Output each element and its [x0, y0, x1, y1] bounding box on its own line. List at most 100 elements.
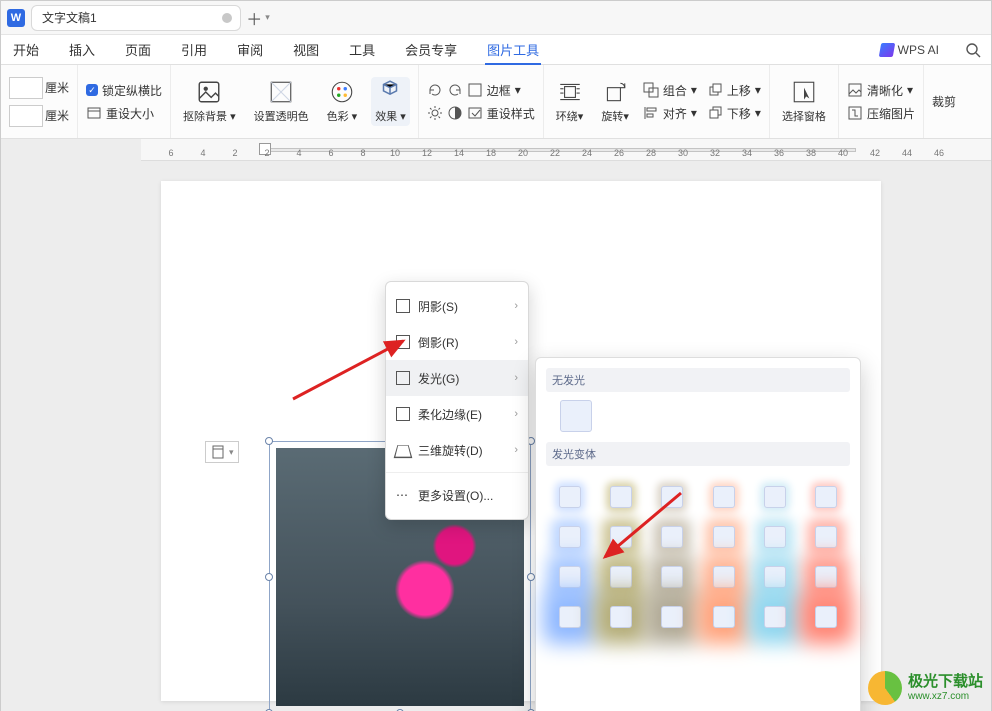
image-anchor-chip[interactable]: ▾	[205, 441, 239, 463]
move-up-button[interactable]: 上移 ▾	[707, 82, 761, 99]
dd-glow[interactable]: 发光(G)›	[386, 360, 528, 396]
rotate-cw-button[interactable]: 边框 ▾	[427, 82, 521, 99]
compress-pic-button[interactable]: 压缩图片	[847, 105, 915, 122]
menu-member[interactable]: 会员专享	[403, 40, 459, 59]
glow-variant-swatch[interactable]	[657, 606, 688, 628]
ruler-tick: 28	[646, 148, 656, 158]
clarify-icon	[847, 82, 863, 98]
glow-variant-swatch[interactable]	[554, 526, 585, 548]
wrap-button[interactable]: 环绕▾	[552, 79, 588, 124]
brightness-row[interactable]: 重设样式	[427, 105, 535, 122]
ruler-tick: 4	[200, 148, 205, 158]
ruler-tick: 38	[806, 148, 816, 158]
menu-page[interactable]: 页面	[123, 40, 153, 59]
search-icon[interactable]	[965, 42, 981, 58]
add-tab-button[interactable]: ＋▾	[247, 7, 269, 29]
rotate3d-icon	[394, 445, 413, 458]
chevron-right-icon: ›	[514, 372, 518, 384]
glow-variant-swatch[interactable]	[657, 526, 688, 548]
glow-submenu: 无发光 发光变体	[535, 357, 861, 711]
dd-shadow[interactable]: 阴影(S)›	[386, 288, 528, 324]
rotate-button[interactable]: 旋转▾	[597, 79, 633, 124]
ribbon-select-pane-group: 选择窗格	[770, 65, 839, 138]
glow-variant-swatch[interactable]	[759, 526, 790, 548]
width-input-row[interactable]: 厘米	[9, 77, 69, 99]
no-glow-swatch[interactable]	[560, 400, 592, 432]
menu-review[interactable]: 审阅	[235, 40, 265, 59]
group-button[interactable]: 组合 ▾	[643, 82, 697, 99]
clarify-button[interactable]: 清晰化 ▾	[847, 82, 913, 99]
menu-start[interactable]: 开始	[11, 40, 41, 59]
glow-variant-swatch[interactable]	[811, 486, 842, 508]
ribbon-arrange-group: 环绕▾ 旋转▾ 组合 ▾ 对齐 ▾ 上移 ▾ 下移 ▾	[544, 65, 770, 138]
glow-variant-swatch[interactable]	[605, 566, 636, 588]
glow-variant-swatch[interactable]	[554, 606, 585, 628]
resize-handle-tl[interactable]	[265, 437, 273, 445]
ruler-tick: 36	[774, 148, 784, 158]
glow-variant-swatch[interactable]	[708, 526, 739, 548]
glow-variant-swatch[interactable]	[554, 566, 585, 588]
dd-reflection[interactable]: 倒影(R)›	[386, 324, 528, 360]
ai-label: WPS AI	[898, 43, 939, 57]
glow-variant-swatch[interactable]	[657, 566, 688, 588]
watermark-line1: 极光下载站	[908, 674, 983, 691]
glow-variant-swatch[interactable]	[759, 606, 790, 628]
group-icon	[643, 82, 659, 98]
glow-variant-swatch[interactable]	[811, 566, 842, 588]
ribbon-output-group: 清晰化 ▾ 压缩图片	[839, 65, 924, 138]
resize-handle-mr[interactable]	[527, 573, 535, 581]
app-icon: W	[7, 9, 25, 27]
glow-variant-swatch[interactable]	[708, 486, 739, 508]
glow-variant-swatch[interactable]	[708, 606, 739, 628]
dd-soft-edges[interactable]: 柔化边缘(E)›	[386, 396, 528, 432]
ribbon-style-group: 边框 ▾ 重设样式	[419, 65, 544, 138]
horizontal-ruler: 6422468101214182022242628303234363840424…	[141, 139, 991, 161]
ruler-tick: 40	[838, 148, 848, 158]
glow-variant-swatch[interactable]	[811, 606, 842, 628]
wps-ai-button[interactable]: WPS AI	[880, 43, 939, 57]
glow-variant-swatch[interactable]	[605, 526, 636, 548]
glow-variant-swatch[interactable]	[605, 486, 636, 508]
dd-more-settings[interactable]: ⋯更多设置(O)...	[386, 477, 528, 513]
crop-button[interactable]: 裁剪	[932, 93, 956, 110]
rotate-ccw-icon[interactable]	[447, 82, 463, 98]
title-bar: W 文字文稿1 ＋▾	[1, 1, 991, 35]
reset-style-icon	[467, 105, 483, 121]
shadow-icon	[396, 299, 410, 313]
watermark-icon	[868, 671, 902, 705]
ribbon-size-group: 厘米 厘米	[1, 65, 78, 138]
glow-variant-swatch[interactable]	[554, 486, 585, 508]
color-button[interactable]: 色彩 ▾	[323, 79, 362, 124]
dd-3d-rotation[interactable]: 三维旋转(D)›	[386, 432, 528, 468]
reset-size-button[interactable]: 重设大小	[86, 105, 154, 122]
glow-variant-swatch[interactable]	[759, 566, 790, 588]
move-up-icon	[707, 82, 723, 98]
ruler-tick: 2	[232, 148, 237, 158]
set-transparent-button[interactable]: 设置透明色	[250, 79, 313, 124]
height-input-row[interactable]: 厘米	[9, 105, 69, 127]
move-down-button[interactable]: 下移 ▾	[707, 105, 761, 122]
wrap-icon	[557, 79, 583, 105]
align-button[interactable]: 对齐 ▾	[643, 105, 697, 122]
glow-variant-swatch[interactable]	[811, 526, 842, 548]
ruler-tick: 24	[582, 148, 592, 158]
resize-handle-ml[interactable]	[265, 573, 273, 581]
glow-variant-swatch[interactable]	[657, 486, 688, 508]
effects-button[interactable]: 效果 ▾	[371, 77, 410, 126]
remove-bg-button[interactable]: 抠除背景 ▾	[179, 79, 240, 124]
menu-reference[interactable]: 引用	[179, 40, 209, 59]
ruler-tick: 30	[678, 148, 688, 158]
menu-insert[interactable]: 插入	[67, 40, 97, 59]
menu-tools[interactable]: 工具	[347, 40, 377, 59]
document-tab[interactable]: 文字文稿1	[31, 5, 241, 31]
glow-variant-swatch[interactable]	[708, 566, 739, 588]
glow-variant-swatch[interactable]	[605, 606, 636, 628]
glow-variant-swatch[interactable]	[759, 486, 790, 508]
menu-view[interactable]: 视图	[291, 40, 321, 59]
close-tab-icon[interactable]	[222, 13, 232, 23]
select-pane-button[interactable]: 选择窗格	[778, 79, 830, 124]
glow-icon	[396, 371, 410, 385]
lock-aspect-checkbox[interactable]: 锁定纵横比	[86, 82, 162, 99]
menu-picture-tools[interactable]: 图片工具	[485, 40, 541, 65]
ruler-tick: 6	[328, 148, 333, 158]
